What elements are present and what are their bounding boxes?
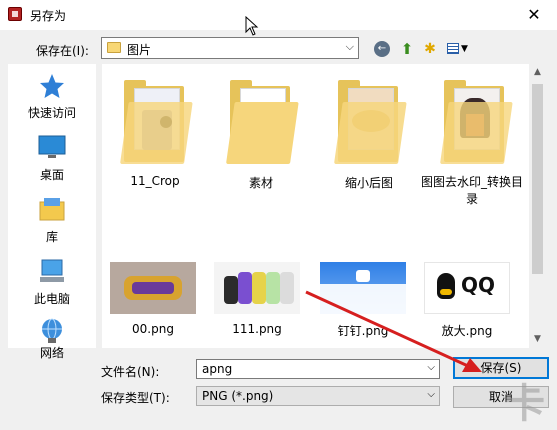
- folder-name: 素材: [248, 176, 273, 190]
- scroll-up-icon[interactable]: ▲: [529, 64, 546, 81]
- mouse-cursor-icon: [245, 16, 259, 36]
- nav-label: 此电脑: [33, 292, 70, 306]
- folder-name: 11_Crop: [130, 174, 180, 188]
- watermark-logo: 卡: [505, 381, 545, 427]
- image-item-dingding[interactable]: [320, 262, 406, 314]
- window-title: 另存为: [30, 9, 67, 23]
- star-icon: [40, 74, 64, 98]
- image-item-fangda[interactable]: QQ: [424, 262, 510, 314]
- nav-label: 库: [45, 230, 58, 244]
- file-name-input[interactable]: apng ⌵: [196, 359, 440, 379]
- folder-name-line: 图图去水印_转换目: [420, 175, 523, 189]
- save-in-combobox[interactable]: 图片 ⌵: [101, 37, 359, 59]
- nav-label: 快速访问: [27, 106, 76, 120]
- folder-name: 缩小后图: [344, 176, 393, 190]
- chevron-down-icon: ⌵: [427, 389, 435, 400]
- file-list-pane: 11_Crop 素材 缩小后图 图图去水印_转换目 录 00.png 111.p…: [102, 64, 529, 348]
- folder-item-suoxiao[interactable]: [334, 80, 407, 165]
- qq-logo-text: QQ: [461, 273, 496, 297]
- file-type-select[interactable]: PNG (*.png) ⌵: [196, 386, 440, 406]
- computer-icon: [40, 259, 64, 282]
- up-folder-icon[interactable]: ⬆: [398, 40, 416, 58]
- vertical-scrollbar[interactable]: ▲ ▼: [529, 64, 546, 348]
- image-item-00[interactable]: [110, 262, 196, 314]
- folder-item-tutu[interactable]: [440, 80, 513, 165]
- file-name: 00.png: [132, 322, 174, 336]
- close-button[interactable]: ✕: [511, 0, 557, 30]
- file-name: 钉钉.png: [337, 324, 389, 338]
- file-name: 111.png: [232, 322, 282, 336]
- desktop-icon: [38, 135, 66, 158]
- folder-icon: [107, 42, 121, 53]
- scroll-down-icon[interactable]: ▼: [529, 331, 546, 348]
- folder-name: 图图去水印_转换目 录: [416, 174, 528, 208]
- file-name-label: 文件名(N):: [101, 365, 160, 379]
- title-bar: 另存为 ✕: [0, 0, 557, 30]
- new-folder-icon[interactable]: ✱: [421, 40, 439, 58]
- app-icon: [8, 7, 22, 21]
- folder-name-line: 录: [465, 192, 478, 206]
- nav-network[interactable]: 网络: [8, 318, 96, 360]
- image-item-111[interactable]: [214, 262, 300, 314]
- dropdown-arrow-icon: ▼: [461, 44, 468, 54]
- nav-label: 网络: [39, 346, 64, 360]
- network-icon: [42, 318, 62, 343]
- nav-label: 桌面: [39, 168, 64, 182]
- nav-this-pc[interactable]: 此电脑: [8, 258, 96, 308]
- nav-desktop[interactable]: 桌面: [8, 134, 96, 184]
- file-name-value: apng: [202, 362, 233, 376]
- chevron-down-icon: ⌵: [345, 40, 354, 53]
- scroll-thumb[interactable]: [532, 84, 543, 274]
- view-menu-button[interactable]: ▼: [445, 40, 471, 58]
- nav-quick-access[interactable]: 快速访问: [8, 72, 96, 122]
- view-menu-icon: [447, 43, 459, 54]
- chevron-down-icon[interactable]: ⌵: [427, 362, 435, 373]
- folder-item-11-crop[interactable]: [120, 80, 193, 165]
- file-type-label: 保存类型(T):: [101, 391, 170, 405]
- library-icon: [39, 198, 65, 221]
- folder-item-sucai[interactable]: [226, 80, 299, 165]
- back-arrow-icon[interactable]: ←: [374, 41, 390, 57]
- save-in-value: 图片: [127, 43, 152, 57]
- nav-library[interactable]: 库: [8, 196, 96, 246]
- save-button[interactable]: 保存(S): [453, 357, 549, 379]
- save-in-label: 保存在(I):: [36, 44, 89, 58]
- navigation-pane: 快速访问 桌面 库 此电脑 网络: [8, 64, 96, 360]
- file-type-value: PNG (*.png): [202, 389, 274, 403]
- file-name: 放大.png: [441, 324, 493, 338]
